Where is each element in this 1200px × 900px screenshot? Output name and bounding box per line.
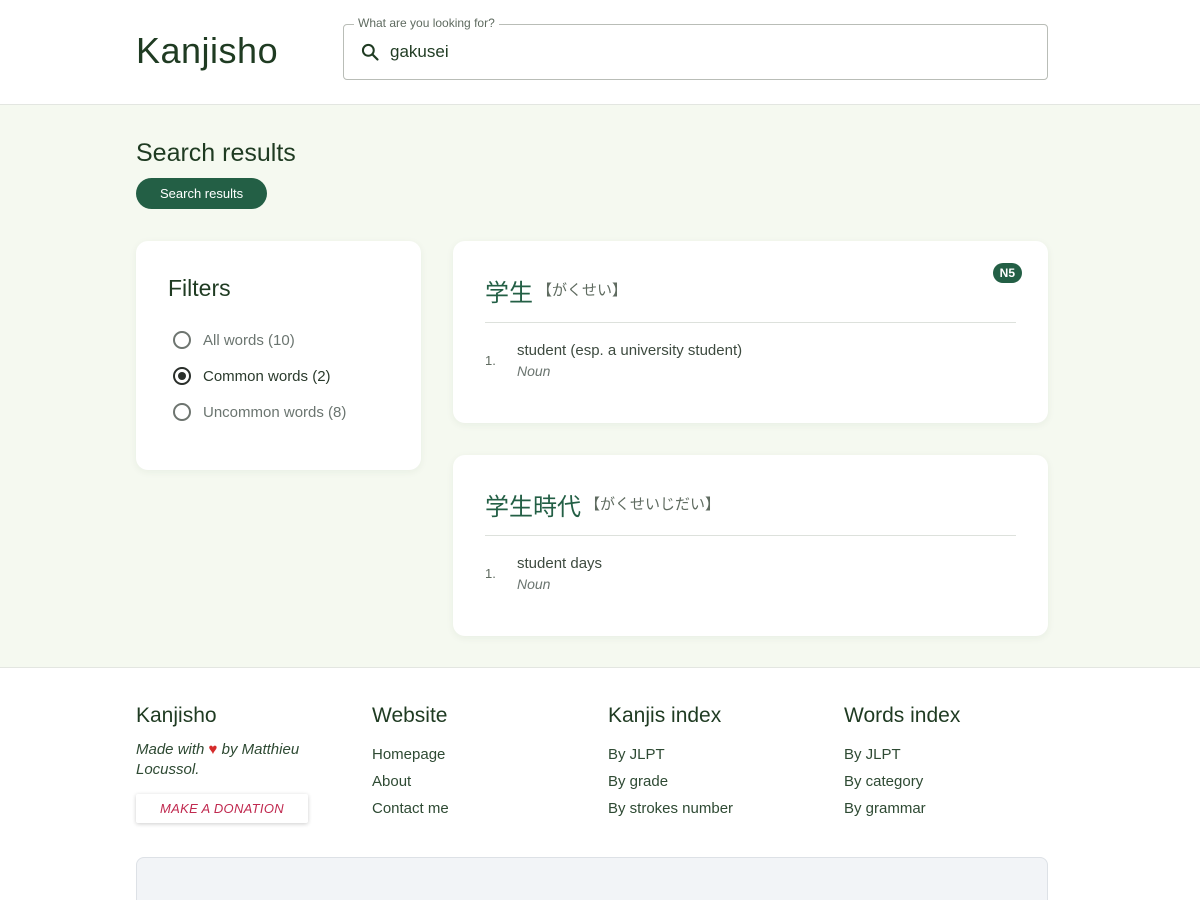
filter-label: Uncommon words (8) <box>203 403 347 421</box>
sense-gloss: student (esp. a university student) <box>517 342 743 359</box>
filter-all-words[interactable]: All words (10) <box>173 331 295 349</box>
word-kanji[interactable]: 学生時代 <box>485 487 581 522</box>
radio-uncommon-words[interactable] <box>173 403 191 421</box>
footer-link-words-grammar[interactable]: By grammar <box>844 800 960 817</box>
footer-website-column: Website Homepage About Contact me <box>372 704 449 817</box>
sense-part-of-speech: Noun <box>517 576 551 592</box>
filter-uncommon-words[interactable]: Uncommon words (8) <box>173 403 346 421</box>
word-result-card[interactable]: 学生 【がくせい】 N5 1. student (esp. a universi… <box>453 241 1048 423</box>
footer-link-kanjis-strokes[interactable]: By strokes number <box>608 800 733 817</box>
sense-number: 1. <box>485 353 496 368</box>
filters-title: Filters <box>168 275 231 301</box>
search-legend: What are you looking for? <box>354 16 499 30</box>
made-with-prefix: Made with <box>136 741 205 758</box>
footer-link-kanjis-grade[interactable]: By grade <box>608 773 733 790</box>
footer-website-title: Website <box>372 704 448 727</box>
filters-card: Filters All words (10) Common words (2) … <box>136 241 421 470</box>
word-result-card[interactable]: 学生時代 【がくせいじだい】 1. student days Noun <box>453 455 1048 636</box>
footer-link-contact[interactable]: Contact me <box>372 800 449 817</box>
footer-brand-column: Kanjisho Made with ♥ by Matthieu Locusso… <box>136 704 336 823</box>
footer-link-homepage[interactable]: Homepage <box>372 746 449 763</box>
made-with-credit: Made with ♥ by Matthieu Locussol. <box>136 740 336 780</box>
footer-link-words-jlpt[interactable]: By JLPT <box>844 746 960 763</box>
filter-label: All words (10) <box>203 331 295 349</box>
main-content: Search results Search results Filters Al… <box>0 105 1200 668</box>
footer-words-column: Words index By JLPT By category By gramm… <box>844 704 960 817</box>
sense-number: 1. <box>485 566 496 581</box>
heart-icon: ♥ <box>208 741 218 758</box>
footer-bottom-panel <box>136 857 1048 900</box>
divider <box>485 322 1016 323</box>
radio-all-words[interactable] <box>173 331 191 349</box>
divider <box>485 535 1016 536</box>
search-field[interactable]: What are you looking for? gakusei <box>343 16 1048 80</box>
site-footer: Kanjisho Made with ♥ by Matthieu Locusso… <box>0 668 1200 900</box>
site-logo[interactable]: Kanjisho <box>136 30 278 72</box>
donate-button[interactable]: MAKE A DONATION <box>136 794 308 823</box>
sense-gloss: student days <box>517 555 603 572</box>
filter-label: Common words (2) <box>203 367 331 385</box>
footer-words-title: Words index <box>844 704 961 727</box>
site-header: Kanjisho What are you looking for? gakus… <box>0 0 1200 105</box>
footer-kanjis-title: Kanjis index <box>608 704 722 727</box>
filter-common-words[interactable]: Common words (2) <box>173 367 331 385</box>
sense-part-of-speech: Noun <box>517 363 551 379</box>
footer-link-words-category[interactable]: By category <box>844 773 960 790</box>
footer-link-about[interactable]: About <box>372 773 449 790</box>
word-reading: 【がくせい】 <box>537 281 628 299</box>
footer-kanjis-column: Kanjis index By JLPT By grade By strokes… <box>608 704 733 817</box>
footer-brand-title: Kanjisho <box>136 704 217 727</box>
jlpt-badge: N5 <box>992 263 1022 283</box>
page-title: Search results <box>136 139 296 167</box>
radio-common-words[interactable] <box>173 367 191 385</box>
word-heading: 学生時代 【がくせいじだい】 <box>485 487 720 522</box>
search-icon <box>361 43 379 61</box>
search-input[interactable]: gakusei <box>390 42 449 62</box>
footer-link-kanjis-jlpt[interactable]: By JLPT <box>608 746 733 763</box>
word-kanji[interactable]: 学生 <box>485 273 533 308</box>
word-reading: 【がくせいじだい】 <box>585 495 721 513</box>
breadcrumb-search-results[interactable]: Search results <box>136 178 268 209</box>
word-heading: 学生 【がくせい】 <box>485 273 627 308</box>
